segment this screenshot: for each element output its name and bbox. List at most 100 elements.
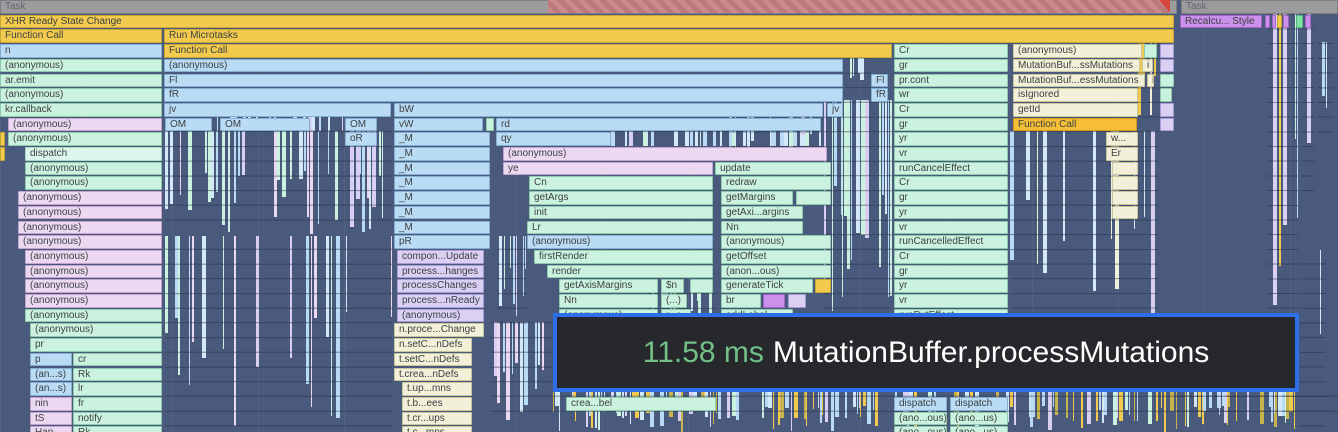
frame[interactable]: [1160, 44, 1174, 58]
frame[interactable]: [690, 279, 713, 293]
frame-anonymous[interactable]: (anonymous): [25, 294, 162, 308]
frame-anonymous[interactable]: (anonymous): [30, 323, 162, 338]
frame[interactable]: [1160, 58, 1174, 73]
frame-processchanges[interactable]: processChanges: [397, 279, 484, 293]
frame-t-c-mns[interactable]: t.c...mns: [402, 426, 472, 432]
frame-fl[interactable]: Fl: [871, 73, 888, 88]
frame-n[interactable]: n: [0, 44, 162, 58]
frame-ano-us[interactable]: (ano...us): [950, 411, 1008, 426]
frame-run-microtasks[interactable]: Run Microtasks: [164, 29, 1174, 44]
frame-anonymous[interactable]: (anonymous): [18, 220, 162, 235]
frame-anonymous[interactable]: (anonymous): [503, 147, 827, 161]
frame-wr[interactable]: wr: [894, 88, 1008, 102]
frame-jv[interactable]: jv: [164, 102, 391, 117]
frame[interactable]: [1305, 14, 1311, 29]
frame-init[interactable]: init: [529, 205, 713, 220]
frame-i[interactable]: i: [1142, 58, 1153, 73]
frame-mutationbuf-essmutations[interactable]: MutationBuf...essMutations: [1013, 73, 1145, 88]
frame-pr[interactable]: pr: [30, 338, 162, 352]
frame-anonymous[interactable]: (anonymous): [1013, 44, 1142, 58]
frame-anonymous[interactable]: (anonymous): [25, 308, 162, 323]
frame[interactable]: [1144, 44, 1157, 58]
frame[interactable]: [0, 132, 5, 146]
frame-t-cr-ups[interactable]: t.cr...ups: [402, 411, 472, 426]
frame-m[interactable]: _M: [394, 147, 490, 161]
frame-anonymous[interactable]: (anonymous): [8, 117, 162, 132]
frame-om[interactable]: OM: [345, 117, 377, 132]
frame-anonymous[interactable]: (anonymous): [18, 191, 162, 205]
frame-pr[interactable]: pR: [394, 235, 490, 249]
frame-runcancelledeffect[interactable]: runCancelledEffect: [894, 235, 1008, 249]
frame-vw[interactable]: vW: [394, 117, 483, 132]
frame-n-proce-change[interactable]: n.proce...Change: [394, 323, 484, 338]
frame-lr[interactable]: lr: [73, 382, 162, 396]
frame-nn[interactable]: Nn: [721, 220, 803, 235]
frame-t-setc-ndefs[interactable]: t.setC...nDefs: [394, 352, 472, 367]
frame-rd[interactable]: rd: [496, 117, 821, 132]
frame-dispatch[interactable]: dispatch: [950, 396, 1008, 411]
frame-kr-callback[interactable]: kr.callback: [0, 102, 162, 117]
frame-ts[interactable]: tS: [30, 411, 72, 426]
frame-t-up-mns[interactable]: t.up...mns: [402, 382, 472, 396]
frame-getoffset[interactable]: getOffset: [721, 249, 831, 264]
frame-function-call[interactable]: Function Call: [164, 44, 892, 58]
frame-nin[interactable]: nin: [30, 396, 72, 411]
frame-fr[interactable]: fR: [871, 88, 888, 102]
frame-w[interactable]: w...: [1106, 132, 1138, 146]
frame-recalcu-style[interactable]: Recalcu... Style: [1180, 14, 1262, 29]
frame-an-s[interactable]: (an...s): [30, 367, 72, 382]
frame-task[interactable]: Task: [1181, 0, 1338, 14]
frame[interactable]: [1160, 117, 1174, 132]
frame-generatetick[interactable]: generateTick: [721, 279, 813, 293]
frame-xhr-ready-state-change[interactable]: XHR Ready State Change: [0, 14, 1174, 29]
frame-anonymous[interactable]: (anonymous): [0, 58, 162, 73]
frame-fr[interactable]: fR: [164, 88, 843, 102]
frame-getmargins[interactable]: getMargins: [721, 191, 793, 205]
frame-ano-ous[interactable]: (ano...ous): [894, 411, 947, 426]
frame[interactable]: [1265, 14, 1270, 29]
frame-vr[interactable]: vr: [894, 147, 1008, 161]
frame-m[interactable]: _M: [394, 161, 490, 176]
frame[interactable]: [1277, 14, 1282, 29]
frame[interactable]: [1296, 14, 1303, 29]
frame[interactable]: [815, 279, 831, 293]
frame[interactable]: [1160, 88, 1172, 102]
frame-er[interactable]: Er: [1106, 147, 1138, 161]
frame-gr[interactable]: gr: [894, 191, 1008, 205]
frame-dispatch[interactable]: dispatch: [894, 396, 947, 411]
frame[interactable]: [1112, 205, 1138, 220]
frame-dispatch[interactable]: dispatch: [25, 147, 162, 161]
frame-jv[interactable]: jv: [827, 102, 843, 117]
frame-process-nready[interactable]: process...nReady: [397, 294, 484, 308]
frame-cr[interactable]: Cr: [894, 176, 1008, 191]
frame-gr[interactable]: gr: [894, 58, 1008, 73]
frame-anonymous[interactable]: (anonymous): [164, 58, 843, 73]
frame-cr[interactable]: cr: [73, 352, 162, 367]
frame-n-setc-ndefs[interactable]: n.setC...nDefs: [394, 338, 472, 352]
frame-getargs[interactable]: getArgs: [529, 191, 713, 205]
frame-anonymous[interactable]: (anonymous): [8, 132, 162, 146]
frame-function-call[interactable]: Function Call: [0, 29, 162, 44]
frame[interactable]: [1112, 176, 1138, 191]
frame-function-call[interactable]: Function Call: [1013, 117, 1137, 132]
frame-nn[interactable]: Nn: [559, 294, 658, 308]
frame-ano-us[interactable]: (ano...us): [950, 426, 1008, 432]
frame-t-b-ees[interactable]: t.b...ees: [402, 396, 472, 411]
frame-compon-update[interactable]: compon...Update: [397, 249, 484, 264]
frame-anonymous[interactable]: (anonymous): [25, 161, 162, 176]
frame-p[interactable]: p: [30, 352, 72, 367]
frame-fl[interactable]: Fl: [164, 73, 843, 88]
frame-anonymous[interactable]: (anonymous): [527, 235, 713, 249]
frame-mutationbuf-ssmutations[interactable]: MutationBuf...ssMutations: [1013, 58, 1140, 73]
frame-crea-bel[interactable]: crea...bel: [566, 396, 716, 411]
frame-anonymous[interactable]: (anonymous): [721, 235, 831, 249]
frame-hap[interactable]: Hap: [30, 426, 72, 432]
frame-anonymous[interactable]: (anonymous): [25, 264, 162, 279]
frame-or[interactable]: oR: [345, 132, 377, 146]
frame-t-crea-ndefs[interactable]: t.crea...nDefs: [394, 367, 472, 382]
frame[interactable]: [763, 294, 785, 308]
frame-cr[interactable]: Cr: [894, 44, 1008, 58]
frame-pr-cont[interactable]: pr.cont: [894, 73, 1008, 88]
frame-firstrender[interactable]: firstRender: [534, 249, 713, 264]
frame-m[interactable]: _M: [394, 132, 490, 146]
